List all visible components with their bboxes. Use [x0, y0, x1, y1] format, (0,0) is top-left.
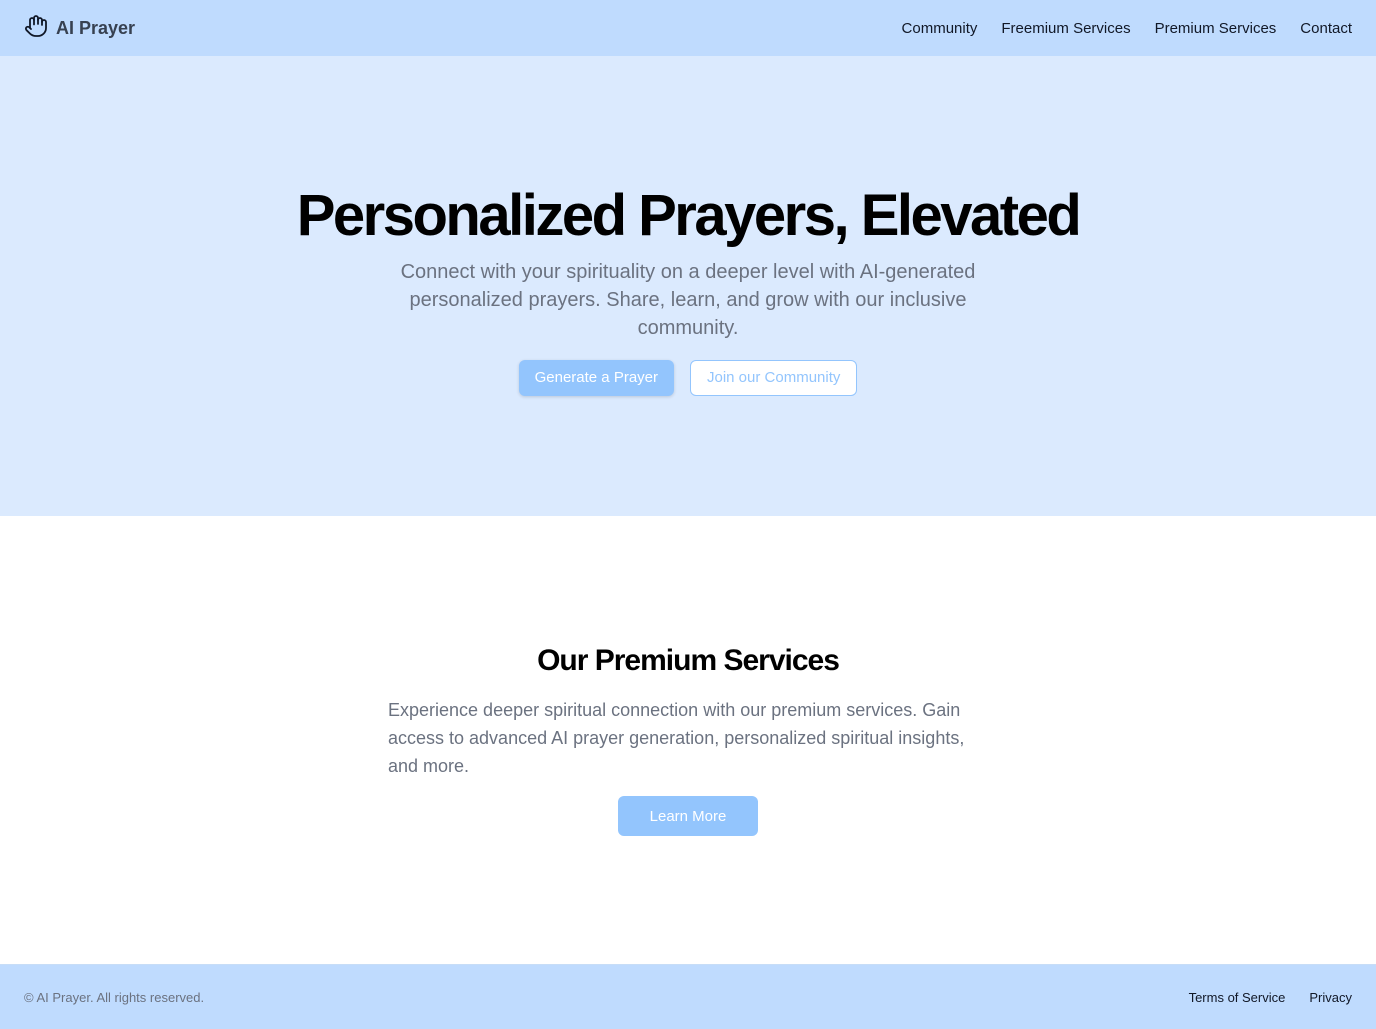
- hero-actions: Generate a Prayer Join our Community: [518, 359, 858, 396]
- join-community-button[interactable]: Join our Community: [690, 359, 858, 396]
- hand-icon: [24, 14, 48, 43]
- nav-link-contact[interactable]: Contact: [1300, 20, 1352, 37]
- hero-title: Personalized Prayers, Elevated: [296, 183, 1082, 248]
- nav-link-freemium-services[interactable]: Freemium Services: [1001, 20, 1130, 37]
- generate-prayer-button[interactable]: Generate a Prayer: [518, 359, 674, 396]
- hero-subtitle: Connect with your spirituality on a deep…: [400, 260, 976, 339]
- brand[interactable]: AI Prayer: [24, 14, 135, 43]
- premium-description: Experience deeper spiritual connection w…: [388, 700, 965, 776]
- nav-link-premium-services[interactable]: Premium Services: [1155, 20, 1277, 37]
- copyright-text: © AI Prayer. All rights reserved.: [24, 989, 205, 1005]
- premium-section: Our Premium Services Experience deeper s…: [0, 516, 1376, 964]
- footer-links: Terms of Service Privacy: [1189, 990, 1352, 1005]
- site-header: AI Prayer Community Freemium Services Pr…: [0, 0, 1376, 56]
- hero-section: Personalized Prayers, Elevated Connect w…: [0, 56, 1376, 516]
- main-nav: Community Freemium Services Premium Serv…: [902, 20, 1352, 37]
- privacy-link[interactable]: Privacy: [1309, 990, 1352, 1005]
- site-footer: © AI Prayer. All rights reserved. Terms …: [0, 964, 1376, 1029]
- brand-name: AI Prayer: [56, 17, 136, 38]
- nav-link-community[interactable]: Community: [902, 20, 978, 37]
- terms-of-service-link[interactable]: Terms of Service: [1189, 990, 1286, 1005]
- premium-title: Our Premium Services: [537, 644, 840, 677]
- learn-more-button[interactable]: Learn More: [618, 796, 758, 836]
